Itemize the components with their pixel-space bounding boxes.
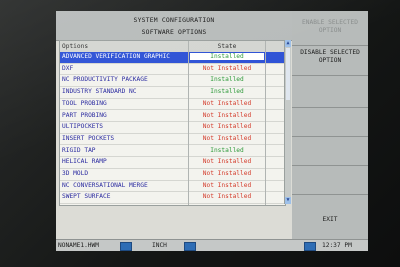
- mode-icon: [184, 242, 196, 251]
- option-state: Not Installed: [202, 193, 252, 201]
- table-row[interactable]: RIGID TAP Installed: [60, 146, 285, 158]
- option-name: TOOL PROBING: [62, 99, 107, 107]
- option-state: Not Installed: [202, 158, 252, 166]
- status-bar: NONAME1.HWM INCH 12:37 PM: [56, 239, 368, 251]
- units-label: INCH: [152, 242, 167, 249]
- option-state: Not Installed: [202, 181, 252, 189]
- column-divider: [265, 41, 266, 205]
- option-state: Not Installed: [202, 170, 252, 177]
- scroll-down-arrow-icon[interactable]: ▼: [285, 197, 291, 204]
- option-state: Not Installed: [202, 111, 252, 119]
- option-state: Not Installed: [202, 123, 252, 131]
- option-name: PART PROBING: [62, 111, 107, 119]
- option-name: DXF: [62, 64, 74, 72]
- option-state: Installed: [190, 53, 264, 60]
- table-row[interactable]: INSERT POCKETS Not Installed: [60, 134, 285, 146]
- softkey-label: ENABLE SELECTED: [302, 19, 358, 26]
- table-row[interactable]: NC PRODUCTIVITY PACKAGE Installed: [60, 75, 285, 87]
- softkey-blank-3[interactable]: [292, 137, 368, 166]
- softkey-blank-1[interactable]: [292, 79, 368, 108]
- option-name: INDUSTRY STANDARD NC: [62, 88, 137, 96]
- screen-header: SYSTEM CONFIGURATION SOFTWARE OPTIONS: [56, 11, 292, 41]
- table-row[interactable]: PART PROBING Not Installed: [60, 111, 285, 122]
- option-state: Installed: [210, 88, 244, 96]
- page-title: SYSTEM CONFIGURATION: [133, 16, 215, 24]
- option-state: Installed: [210, 76, 244, 84]
- enable-selected-option-button[interactable]: ENABLE SELECTED OPTION: [292, 19, 368, 46]
- table-row[interactable]: DXF Not Installed: [60, 64, 285, 76]
- column-divider: [188, 41, 189, 205]
- column-header-state: State: [217, 43, 237, 50]
- softkey-panel: ENABLE SELECTED OPTION DISABLE SELECTED …: [292, 11, 368, 239]
- option-name: INSERT POCKETS: [62, 134, 115, 142]
- table-row[interactable]: 3D MOLD Not Installed: [60, 169, 285, 181]
- filename-label: NONAME1.HWM: [58, 242, 99, 249]
- time-label: 12:37 PM: [322, 242, 352, 249]
- column-header-options: Options: [62, 43, 89, 50]
- table-row[interactable]: TOOL PROBING Not Installed: [60, 99, 285, 111]
- clock-icon: [304, 242, 316, 251]
- option-name: ADVANCED VERIFICATION GRAPHIC: [62, 53, 171, 60]
- option-name: ULTIPOCKETS: [62, 123, 103, 131]
- option-name: RIGID TAP: [62, 146, 96, 154]
- option-name: SWEPT SURFACE: [62, 193, 111, 201]
- option-name: 3D MOLD: [62, 170, 89, 177]
- table-row[interactable]: NC CONVERSATIONAL MERGE Not Installed: [60, 181, 285, 193]
- softkey-blank-4[interactable]: [292, 166, 368, 195]
- softkey-label: EXIT: [322, 216, 338, 223]
- table-row[interactable]: INDUSTRY STANDARD NC Installed: [60, 87, 285, 99]
- page-subtitle: SOFTWARE OPTIONS: [141, 28, 207, 36]
- option-state: Not Installed: [202, 134, 252, 142]
- option-state: Installed: [210, 146, 244, 154]
- option-name: NC PRODUCTIVITY PACKAGE: [62, 76, 148, 84]
- table-row[interactable]: SWEPT SURFACE Not Installed: [60, 192, 285, 204]
- keyboard-icon: [120, 242, 132, 251]
- options-table: Options State ADVANCED VERIFICATION GRAP…: [59, 40, 286, 206]
- softkey-label: DISABLE SELECTED: [300, 49, 360, 56]
- cnc-screen: SYSTEM CONFIGURATION SOFTWARE OPTIONS Op…: [56, 11, 368, 251]
- scroll-up-arrow-icon[interactable]: ▲: [285, 40, 291, 47]
- softkey-blank-2[interactable]: [292, 108, 368, 137]
- disable-selected-option-button[interactable]: DISABLE SELECTED OPTION: [292, 49, 368, 76]
- option-state: Not Installed: [202, 99, 252, 107]
- option-state: Not Installed: [202, 64, 252, 72]
- table-scrollbar[interactable]: ▲ ▼: [284, 40, 291, 204]
- scrollbar-thumb[interactable]: [286, 48, 290, 100]
- table-row[interactable]: HELICAL RAMP Not Installed: [60, 157, 285, 169]
- option-name: NC CONVERSATIONAL MERGE: [62, 181, 148, 189]
- exit-button[interactable]: EXIT: [292, 216, 368, 232]
- table-row[interactable]: ULTIPOCKETS Not Installed: [60, 122, 285, 134]
- table-row[interactable]: ADVANCED VERIFICATION GRAPHIC Installed: [60, 52, 285, 64]
- softkey-label: OPTION: [318, 57, 342, 64]
- softkey-label: OPTION: [318, 27, 342, 34]
- option-name: HELICAL RAMP: [62, 158, 107, 166]
